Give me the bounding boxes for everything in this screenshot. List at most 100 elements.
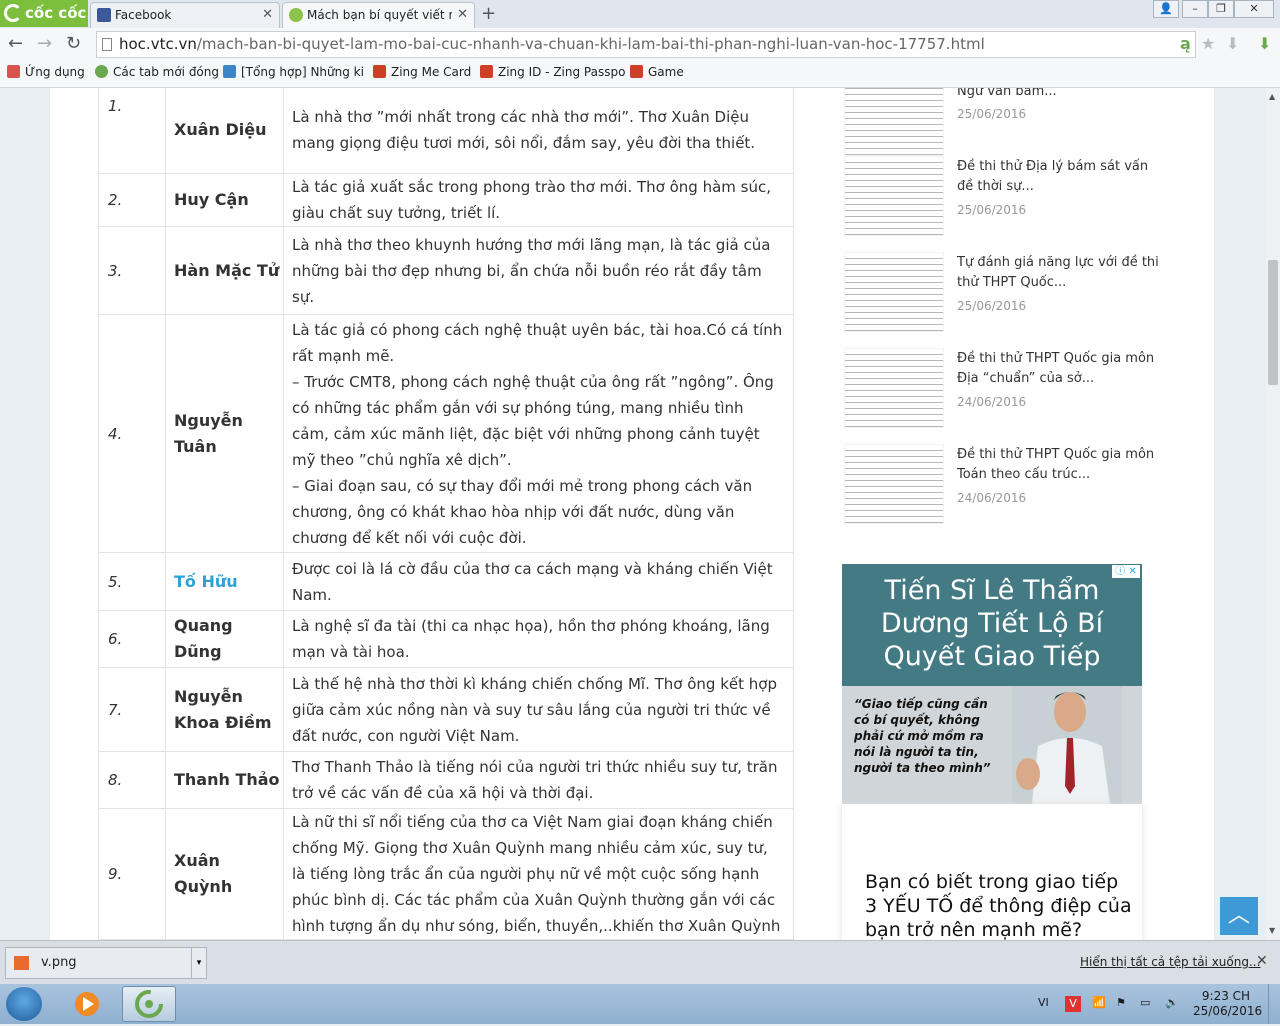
scroll-to-top-button[interactable]: ︿: [1220, 897, 1258, 935]
zing-icon: [373, 65, 386, 78]
ad-headline[interactable]: Tiến Sĩ Lê Thẩm Dương Tiết Lộ Bí Quyết G…: [842, 574, 1142, 673]
scroll-thumb[interactable]: [1268, 260, 1278, 385]
show-desktop-button[interactable]: [1268, 984, 1280, 1024]
gear-icon: [223, 65, 236, 78]
row-number: 7.: [98, 667, 166, 752]
coccoc-logo-icon: [4, 4, 22, 22]
download-item[interactable]: v.png ▾: [5, 947, 207, 979]
image-file-icon: [14, 956, 29, 970]
network-status-icon[interactable]: 📶: [1092, 996, 1106, 1009]
page-scrollbar[interactable]: ▲ ▼: [1266, 88, 1280, 940]
taskbar-media-player[interactable]: [60, 986, 114, 1022]
url-path: /mach-ban-bi-quyet-lam-mo-bai-cuc-nhanh-…: [196, 35, 985, 53]
ad2-text[interactable]: Bạn có biết trong giao tiếp 3 YẾU TỐ để …: [865, 870, 1135, 940]
show-all-downloads-link[interactable]: Hiển thị tất cả tệp tải xuống...: [1080, 955, 1260, 969]
close-tab-icon[interactable]: ✕: [262, 3, 273, 27]
apps-grid-icon: [7, 65, 20, 78]
article-date: 25/06/2016: [957, 299, 1027, 313]
related-article[interactable]: Tự đánh giá năng lực với đề thi thử THPT…: [844, 252, 1174, 342]
article-title[interactable]: Tự đánh giá năng lực với đề thi thử THPT…: [957, 253, 1167, 293]
volume-icon[interactable]: 🔊: [1165, 996, 1179, 1009]
poet-name: Hàn Mặc Tử: [165, 226, 284, 315]
article-title[interactable]: Ngữ văn bám...: [957, 88, 1167, 102]
url-field[interactable]: hoc.vtc.vn/mach-ban-bi-quyet-lam-mo-bai-…: [96, 31, 1196, 58]
poets-table: 1. Xuân Diệu Là nhà thơ ”mới nhất trong cá…: [98, 88, 794, 940]
clock-date: 25/06/2016: [1193, 1004, 1263, 1018]
site-favicon-icon: [289, 8, 303, 22]
article-title[interactable]: Đề thi thử Địa lý bám sát vấn đề thời sự…: [957, 157, 1167, 197]
bookmark-recent-tabs[interactable]: Các tab mới đóng: [95, 65, 219, 79]
browser-logo[interactable]: cốc cốc: [0, 0, 88, 27]
bookmark-star-icon[interactable]: ★: [1201, 34, 1215, 53]
download-icon[interactable]: ⬇: [1226, 34, 1239, 53]
new-tab-button[interactable]: +: [481, 3, 496, 24]
article-thumbnail[interactable]: [844, 252, 944, 332]
antivirus-icon[interactable]: V: [1065, 996, 1081, 1012]
close-download-bar-icon[interactable]: ✕: [1256, 953, 1268, 969]
tab-label: Mách bạn bí quyết viết mở: [307, 8, 452, 22]
poet-description: Là nhà thơ ”mới nhất trong các nhà thơ m…: [283, 88, 794, 174]
article-date: 24/06/2016: [957, 395, 1027, 409]
tab-facebook[interactable]: Facebook ✕: [90, 2, 280, 28]
display-icon[interactable]: ▭: [1140, 996, 1150, 1009]
poet-description: Là thế hệ nhà thơ thời kì kháng chiến ch…: [283, 667, 794, 752]
bookmark-label: Zing ID - Zing Passpo: [498, 65, 626, 79]
page-viewport: 1. Xuân Diệu Là nhà thơ ”mới nhất trong cá…: [0, 88, 1266, 940]
close-window-button[interactable]: ✕: [1234, 0, 1274, 18]
forward-button[interactable]: →: [37, 33, 52, 54]
poet-name: Nguyễn Tuân: [165, 314, 284, 553]
poet-description: Thơ Thanh Thảo là tiếng nói của người tr…: [283, 751, 794, 809]
savior-icon[interactable]: ą: [1180, 34, 1191, 53]
table-row: 7. Nguyễn Khoa Điềm Là thế hệ nhà thơ thời…: [98, 667, 794, 752]
taskbar-coccoc[interactable]: [122, 986, 176, 1022]
article-thumbnail[interactable]: [844, 156, 944, 236]
zing-icon: [480, 65, 493, 78]
article-date: 25/06/2016: [957, 203, 1027, 217]
downloads-menu-icon[interactable]: ⬇: [1258, 34, 1271, 53]
bookmark-summary[interactable]: [Tổng hợp] Những ki: [223, 65, 364, 79]
poet-description: Là nữ thi sĩ nổi tiếng của thơ ca Việt N…: [283, 808, 794, 940]
bookmark-zing-me-card[interactable]: Zing Me Card: [373, 65, 471, 79]
scroll-up-arrow-icon[interactable]: ▲: [1269, 92, 1275, 101]
article-title[interactable]: Đề thi thử THPT Quốc gia môn Toán theo c…: [957, 445, 1167, 485]
system-clock[interactable]: 9:23 CH 25/06/2016: [1193, 989, 1263, 1019]
scroll-down-arrow-icon[interactable]: ▼: [1269, 926, 1275, 935]
article-thumbnail[interactable]: [844, 348, 944, 428]
advertisement[interactable]: ⓘ ✕ Tiến Sĩ Lê Thẩm Dương Tiết Lộ Bí Quy…: [842, 564, 1142, 804]
speaker-photo: [1012, 686, 1122, 804]
bookmark-game[interactable]: Game: [630, 65, 684, 79]
article-title[interactable]: Đề thi thử THPT Quốc gia môn Địa “chuẩn”…: [957, 349, 1167, 389]
url-host: hoc.vtc.vn: [119, 35, 197, 53]
ad-quote: “Giao tiếp cũng cần có bí quyết, không p…: [854, 697, 991, 775]
profile-icon[interactable]: 👤: [1153, 0, 1179, 18]
poet-name-link[interactable]: Tố Hữu: [165, 552, 284, 611]
tab-article[interactable]: Mách bạn bí quyết viết mở ✕: [282, 2, 475, 28]
related-article[interactable]: Đề thi thử Địa lý bám sát vấn đề thời sự…: [844, 156, 1174, 246]
minimize-button[interactable]: –: [1182, 0, 1208, 18]
download-bar: v.png ▾ Hiển thị tất cả tệp tải xuống...…: [0, 940, 1280, 985]
table-row: 5. Tố Hữu Được coi là lá cờ đầu của thơ ca…: [98, 552, 794, 611]
row-number: 5.: [98, 552, 166, 611]
start-button[interactable]: [6, 987, 42, 1021]
article-date: 25/06/2016: [957, 107, 1027, 121]
address-bar-row: ← → ↻ hoc.vtc.vn/mach-ban-bi-quyet-lam-m…: [0, 28, 1280, 61]
bookmark-apps[interactable]: Ứng dụng: [7, 65, 85, 79]
table-row: 9. Xuân Quỳnh Là nữ thi sĩ nổi tiếng của t…: [98, 808, 794, 940]
bookmark-label: [Tổng hợp] Những ki: [241, 65, 364, 79]
download-menu-arrow-icon[interactable]: ▾: [191, 948, 206, 978]
article-thumbnail[interactable]: [844, 444, 944, 524]
restore-button[interactable]: ❐: [1208, 0, 1234, 18]
bookmark-zing-id[interactable]: Zing ID - Zing Passpo: [480, 65, 625, 79]
related-article[interactable]: Đề thi thử THPT Quốc gia môn Toán theo c…: [844, 444, 1174, 534]
article-thumbnail[interactable]: [844, 88, 944, 156]
advertisement-secondary[interactable]: Bạn có biết trong giao tiếp 3 YẾU TỐ để …: [842, 804, 1142, 940]
back-button[interactable]: ←: [8, 33, 23, 54]
poet-description: Là nhà thơ theo khuynh hướng thơ mới lãn…: [283, 226, 794, 315]
related-article[interactable]: Đề thi thử THPT Quốc gia môn Địa “chuẩn”…: [844, 348, 1174, 438]
related-article[interactable]: Ngữ văn bám... 25/06/2016: [844, 88, 1174, 166]
ad-photo[interactable]: “Giao tiếp cũng cần có bí quyết, không p…: [842, 686, 1142, 804]
reload-button[interactable]: ↻: [66, 33, 81, 54]
action-center-icon[interactable]: ⚑: [1116, 996, 1126, 1009]
close-tab-icon[interactable]: ✕: [457, 3, 468, 27]
input-language[interactable]: VI: [1038, 996, 1049, 1009]
